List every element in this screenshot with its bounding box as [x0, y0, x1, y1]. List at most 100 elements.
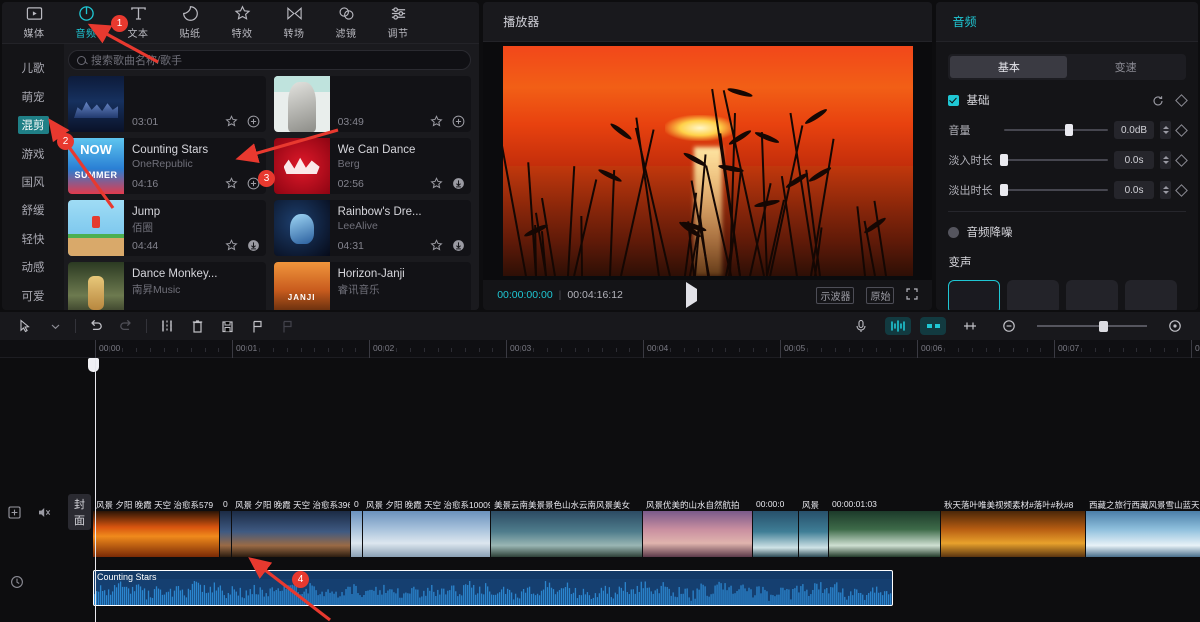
category-item-2[interactable]: 混剪: [2, 111, 64, 139]
video-preview[interactable]: [503, 46, 913, 276]
category-item-7[interactable]: 动感: [2, 253, 64, 281]
flag-icon[interactable]: [242, 314, 272, 338]
add-icon[interactable]: [247, 115, 260, 128]
library-tab-5[interactable]: 转场: [268, 3, 320, 43]
link-icon[interactable]: [955, 314, 985, 338]
original-button[interactable]: 原始: [866, 287, 894, 304]
voice-option-3[interactable]: [1125, 280, 1177, 310]
video-clip[interactable]: [1086, 511, 1200, 557]
video-clip[interactable]: [753, 511, 799, 557]
properties-tab-0[interactable]: 基本: [950, 56, 1067, 78]
favorite-icon[interactable]: [225, 239, 238, 252]
properties-tab-1[interactable]: 变速: [1067, 56, 1184, 78]
playhead[interactable]: [95, 358, 96, 622]
download-icon[interactable]: [247, 239, 260, 252]
audio-clip[interactable]: Counting Stars: [93, 570, 893, 606]
favorite-icon[interactable]: [430, 177, 443, 190]
favorite-icon[interactable]: [225, 177, 238, 190]
trash-icon[interactable]: [182, 314, 212, 338]
song-card[interactable]: Dance Monkey...南昇Music: [68, 262, 266, 310]
property-stepper[interactable]: [1160, 121, 1171, 139]
slider-knob[interactable]: [1000, 184, 1008, 196]
video-track[interactable]: [93, 511, 1200, 573]
search-input[interactable]: 搜索歌曲名称/歌手: [91, 52, 182, 68]
keyframe-icon[interactable]: [1175, 94, 1188, 107]
video-clip[interactable]: [351, 511, 363, 557]
property-slider[interactable]: [1004, 184, 1108, 196]
zoom-in-icon[interactable]: [1160, 314, 1190, 338]
video-clip[interactable]: [643, 511, 753, 557]
keyframe-icon[interactable]: [1175, 124, 1188, 137]
basic-checkbox[interactable]: [948, 95, 959, 106]
category-item-5[interactable]: 舒缓: [2, 196, 64, 224]
property-stepper[interactable]: [1160, 151, 1171, 169]
add-icon[interactable]: [452, 115, 465, 128]
download-icon[interactable]: [452, 177, 465, 190]
redo-button[interactable]: [111, 314, 141, 338]
audio-wave-icon[interactable]: [920, 317, 946, 335]
slider-knob[interactable]: [1000, 154, 1008, 166]
song-card[interactable]: We Can DanceBerg02:56: [274, 138, 472, 194]
reset-icon[interactable]: [1152, 94, 1164, 106]
video-clip[interactable]: [220, 511, 232, 557]
zoom-knob[interactable]: [1099, 321, 1108, 332]
video-clip[interactable]: [829, 511, 941, 557]
library-tab-0[interactable]: 媒体: [8, 3, 60, 43]
favorite-icon[interactable]: [430, 239, 443, 252]
split-button[interactable]: [152, 314, 182, 338]
mute-icon[interactable]: [37, 504, 52, 521]
property-slider[interactable]: [1004, 154, 1108, 166]
category-item-3[interactable]: 游戏: [2, 139, 64, 167]
video-clip[interactable]: [232, 511, 351, 557]
mic-icon[interactable]: [846, 314, 876, 338]
zoom-slider[interactable]: [1037, 320, 1147, 332]
search-bar[interactable]: 搜索歌曲名称/歌手: [68, 50, 471, 70]
keyframe-icon[interactable]: [1175, 184, 1188, 197]
add-track-icon[interactable]: [8, 504, 21, 521]
category-item-6[interactable]: 轻快: [2, 225, 64, 253]
scope-button[interactable]: 示波器: [816, 287, 854, 304]
library-tab-7[interactable]: 调节: [372, 3, 424, 43]
category-item-1[interactable]: 萌宠: [2, 82, 64, 110]
mixer-icon[interactable]: [885, 317, 911, 335]
property-stepper[interactable]: [1160, 181, 1171, 199]
library-tab-1[interactable]: 音频: [60, 3, 112, 43]
song-card[interactable]: Counting StarsOneRepublic04:16: [68, 138, 266, 194]
property-value[interactable]: 0.0dB: [1114, 121, 1154, 139]
fullscreen-icon[interactable]: [906, 288, 918, 303]
song-card[interactable]: Jump佰圈04:44: [68, 200, 266, 256]
audio-track-icon[interactable]: [8, 573, 25, 590]
song-card[interactable]: 03:01: [68, 76, 266, 132]
video-clip[interactable]: [93, 511, 220, 557]
property-value[interactable]: 0.0s: [1114, 181, 1154, 199]
voice-option-2[interactable]: [1066, 280, 1118, 310]
song-card[interactable]: 03:49: [274, 76, 472, 132]
category-item-8[interactable]: 可爱: [2, 282, 64, 310]
library-tab-3[interactable]: 贴纸: [164, 3, 216, 43]
video-clip[interactable]: [491, 511, 643, 557]
voice-option-1[interactable]: [1007, 280, 1059, 310]
freeze-button[interactable]: [212, 314, 242, 338]
favorite-icon[interactable]: [225, 115, 238, 128]
video-clip[interactable]: [363, 511, 491, 557]
download-icon[interactable]: [452, 239, 465, 252]
undo-button[interactable]: [81, 314, 111, 338]
favorite-icon[interactable]: [430, 115, 443, 128]
song-card[interactable]: Horizon-Janji睿讯音乐: [274, 262, 472, 310]
library-tab-6[interactable]: 滤镜: [320, 3, 372, 43]
category-item-4[interactable]: 国风: [2, 168, 64, 196]
voice-option-0[interactable]: [948, 280, 1000, 310]
song-card[interactable]: Rainbow's Dre...LeeAlive04:31: [274, 200, 472, 256]
denoise-row[interactable]: 音频降噪: [948, 224, 1186, 240]
zoom-out-icon[interactable]: [994, 314, 1024, 338]
category-item-0[interactable]: 儿歌: [2, 54, 64, 82]
timeline-ruler[interactable]: 00:0000:0100:0200:0300:0400:0500:0600:07…: [0, 340, 1200, 358]
select-tool[interactable]: [10, 314, 40, 338]
video-clip[interactable]: [799, 511, 829, 557]
denoise-toggle[interactable]: [948, 227, 959, 238]
keyframe-icon[interactable]: [1175, 154, 1188, 167]
property-slider[interactable]: [1004, 124, 1108, 136]
slider-knob[interactable]: [1065, 124, 1073, 136]
cover-button[interactable]: 封面: [68, 494, 91, 530]
play-button[interactable]: [686, 289, 697, 301]
